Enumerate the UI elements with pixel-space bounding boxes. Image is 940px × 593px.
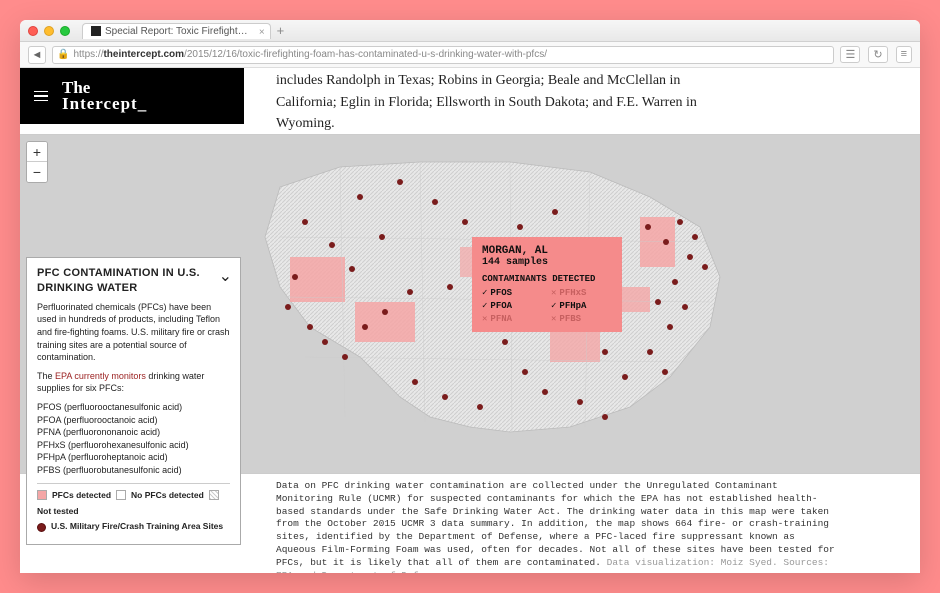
- contaminant-item: PFOA: [482, 301, 543, 311]
- tooltip-location: MORGAN, AL: [482, 245, 612, 257]
- contaminant-item: PFBS: [551, 314, 612, 324]
- tooltip-samples: 144 samples: [482, 257, 612, 268]
- x-icon: [482, 314, 487, 324]
- reader-mode-button[interactable]: ☰: [840, 46, 860, 63]
- x-icon: [551, 314, 556, 324]
- list-item: PFOS (perfluorooctanesulfonic acid): [37, 401, 230, 414]
- article-paragraph: includes Randolph in Texas; Robins in Ge…: [276, 68, 706, 135]
- pfc-list: PFOS (perfluorooctanesulfonic acid) PFOA…: [37, 401, 230, 477]
- browser-tab[interactable]: Special Report: Toxic Firefight… ×: [82, 23, 271, 39]
- swatch-none-icon: [116, 490, 126, 500]
- browser-window: Special Report: Toxic Firefight… × + ◄ 🔒…: [20, 20, 920, 573]
- url-field[interactable]: 🔒 https://theintercept.com/2015/12/16/to…: [52, 46, 834, 64]
- map-caption: Data on PFC drinking water contamination…: [276, 480, 836, 573]
- url-bar: ◄ 🔒 https://theintercept.com/2015/12/16/…: [20, 42, 920, 68]
- list-item: PFNA (perfluorononanoic acid): [37, 426, 230, 439]
- zoom-controls: + −: [26, 141, 48, 183]
- zoom-in-button[interactable]: +: [27, 142, 47, 162]
- info-panel: ⌄ PFC CONTAMINATION IN U.S. DRINKING WAT…: [26, 257, 241, 545]
- contaminant-item: PFHxS: [551, 288, 612, 298]
- list-item: PFHxS (perfluorohexanesulfonic acid): [37, 439, 230, 452]
- site-logo[interactable]: The Intercept_: [62, 80, 147, 112]
- maximize-window-button[interactable]: [60, 26, 70, 36]
- window-titlebar: Special Report: Toxic Firefight… × +: [20, 20, 920, 42]
- back-button[interactable]: ◄: [28, 46, 46, 64]
- browser-toolbar-right: ☰ ↻ ≡: [840, 46, 912, 63]
- contaminant-item: PFOS: [482, 288, 543, 298]
- contaminant-item: PFNA: [482, 314, 543, 324]
- list-item: PFBS (perfluorobutanesulfonic acid): [37, 464, 230, 477]
- lock-icon: 🔒: [57, 49, 69, 60]
- reload-button[interactable]: ↻: [868, 46, 887, 63]
- tooltip-label: CONTAMINANTS DETECTED: [482, 274, 612, 284]
- menu-button[interactable]: ≡: [896, 46, 912, 63]
- x-icon: [551, 288, 556, 298]
- swatch-detected-icon: [37, 490, 47, 500]
- map-tooltip: MORGAN, AL 144 samples CONTAMINANTS DETE…: [472, 237, 622, 332]
- list-item: PFHpA (perfluoroheptanoic acid): [37, 451, 230, 464]
- swatch-military-icon: [37, 523, 46, 532]
- contaminant-item: PFHpA: [551, 301, 612, 311]
- chevron-down-icon[interactable]: ⌄: [219, 266, 232, 288]
- new-tab-button[interactable]: +: [277, 23, 285, 38]
- url-text: https://theintercept.com/2015/12/16/toxi…: [73, 49, 547, 60]
- site-header: The Intercept_: [20, 68, 244, 124]
- close-tab-icon[interactable]: ×: [259, 27, 265, 38]
- hamburger-icon[interactable]: [34, 91, 48, 102]
- check-icon: [482, 288, 487, 298]
- epa-link[interactable]: EPA currently monitors: [55, 371, 146, 381]
- map-legend: PFCs detected No PFCs detected Not teste…: [37, 483, 230, 534]
- panel-monitor: The EPA currently monitors drinking wate…: [37, 370, 230, 395]
- panel-title: PFC CONTAMINATION IN U.S. DRINKING WATER: [37, 266, 230, 297]
- check-icon: [482, 301, 487, 311]
- page-content: The Intercept_ includes Randolph in Texa…: [20, 68, 920, 573]
- list-item: PFOA (perfluorooctanoic acid): [37, 414, 230, 427]
- minimize-window-button[interactable]: [44, 26, 54, 36]
- favicon-icon: [91, 26, 101, 36]
- contaminant-grid: PFOS PFHxS PFOA PFHpA PFNA PFBS: [482, 288, 612, 324]
- traffic-lights: [28, 26, 70, 36]
- check-icon: [551, 301, 556, 311]
- map-container[interactable]: + − ⌄ PFC CONTAMINATION IN U.S. DRINKING…: [20, 134, 920, 474]
- tab-title: Special Report: Toxic Firefight…: [105, 26, 248, 37]
- zoom-out-button[interactable]: −: [27, 162, 47, 182]
- swatch-nottested-icon: [209, 490, 219, 500]
- close-window-button[interactable]: [28, 26, 38, 36]
- panel-intro: Perfluorinated chemicals (PFCs) have bee…: [37, 301, 230, 364]
